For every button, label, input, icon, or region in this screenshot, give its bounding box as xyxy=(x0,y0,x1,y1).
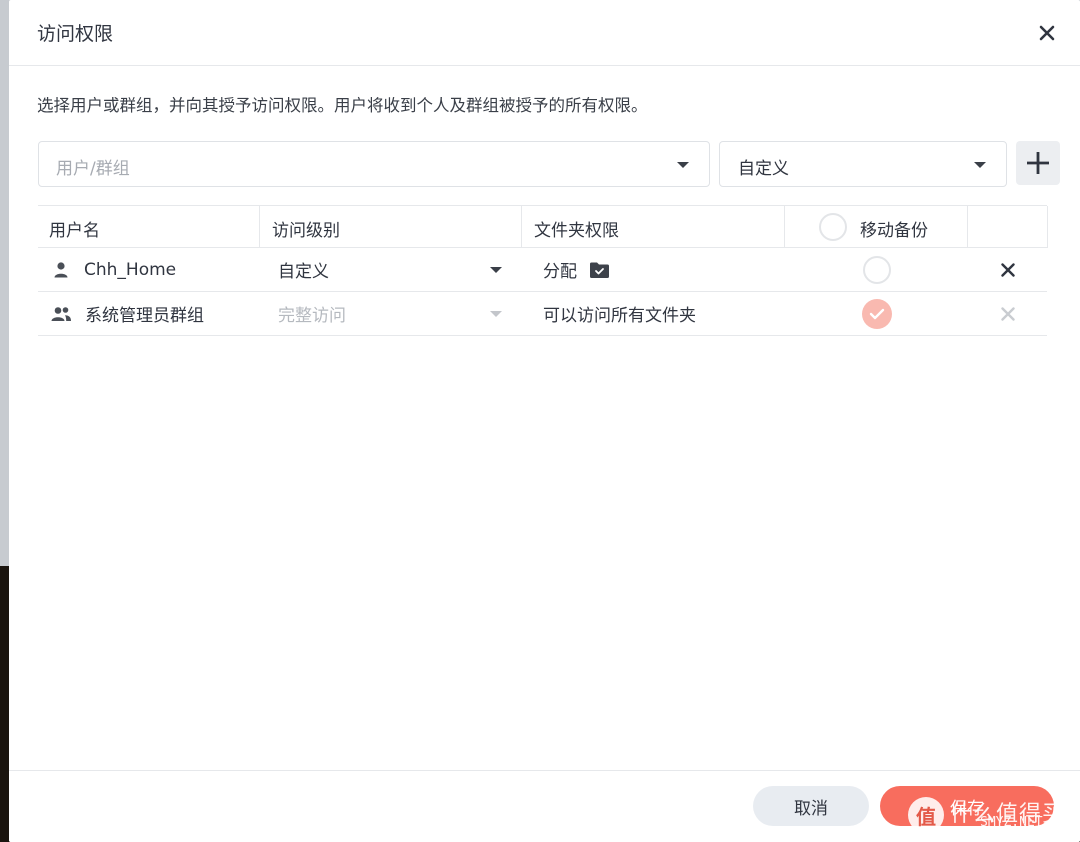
user-icon xyxy=(54,261,68,277)
row-username: 系统管理员群组 xyxy=(85,306,204,326)
row-access-level: 完整访问 xyxy=(278,306,346,326)
chevron-down-icon xyxy=(490,311,502,317)
add-button[interactable] xyxy=(1016,141,1060,185)
check-icon xyxy=(869,308,884,319)
access-permission-dialog: 访问权限 选择用户或群组，并向其授予访问权限。用户将收到个人及群组被授予的所有权… xyxy=(9,0,1080,842)
dialog-title: 访问权限 xyxy=(37,23,114,45)
chevron-down-icon xyxy=(974,162,986,168)
row-access-level-select[interactable]: 自定义 xyxy=(260,248,522,291)
user-group-select[interactable]: 用户/群组 xyxy=(38,141,710,187)
header-actions xyxy=(968,206,1048,248)
table-row: Chh_Home 自定义 分配 xyxy=(38,248,1047,292)
header-folder-permission: 文件夹权限 xyxy=(522,206,785,248)
watermark-logo-icon: 值 xyxy=(908,797,944,833)
watermark: 值 什么值得买 SMYZ.NET xyxy=(908,788,1080,842)
row-access-level: 自定义 xyxy=(278,262,329,282)
close-button[interactable] xyxy=(1031,18,1063,48)
row-username: Chh_Home xyxy=(84,259,177,280)
chevron-down-icon xyxy=(490,267,502,273)
permission-table: 用户名 访问级别 文件夹权限 移动备份 Chh_Home 自定义 分配 系统管理… xyxy=(38,205,1048,336)
access-level-select[interactable]: 自定义 xyxy=(719,141,1007,187)
chevron-down-icon xyxy=(677,162,689,168)
close-icon xyxy=(1001,262,1015,277)
select-all-backup-radio[interactable] xyxy=(819,213,847,241)
table-header: 用户名 访问级别 文件夹权限 移动备份 xyxy=(38,205,1048,248)
row-access-level-select: 完整访问 xyxy=(260,292,522,335)
row-folder-permission[interactable]: 分配 xyxy=(522,248,785,291)
group-icon xyxy=(51,306,71,321)
remove-row-button xyxy=(968,292,1048,335)
row-permission-text: 可以访问所有文件夹 xyxy=(543,306,696,326)
table-row: 系统管理员群组 完整访问 可以访问所有文件夹 xyxy=(38,292,1047,336)
remove-row-button[interactable] xyxy=(968,248,1048,291)
dialog-description: 选择用户或群组，并向其授予访问权限。用户将收到个人及群组被授予的所有权限。 xyxy=(37,96,648,115)
header-access-level: 访问级别 xyxy=(260,206,522,248)
header-username: 用户名 xyxy=(38,206,260,248)
close-icon xyxy=(1001,306,1015,321)
watermark-subtext: SMYZ.NET xyxy=(980,815,1043,830)
access-level-value: 自定义 xyxy=(738,159,789,179)
plus-icon xyxy=(1027,152,1049,174)
dialog-header: 访问权限 xyxy=(9,0,1080,66)
row-permission-text: 分配 xyxy=(543,262,577,282)
folder-check-icon xyxy=(590,262,609,278)
close-icon xyxy=(1039,25,1055,41)
cancel-button[interactable]: 取消 xyxy=(753,786,869,826)
header-mobile-backup-label: 移动备份 xyxy=(860,221,928,241)
user-group-placeholder: 用户/群组 xyxy=(56,159,130,179)
mobile-backup-checkbox[interactable] xyxy=(861,298,892,329)
mobile-backup-checkbox[interactable] xyxy=(862,255,891,284)
header-mobile-backup: 移动备份 xyxy=(785,206,968,248)
